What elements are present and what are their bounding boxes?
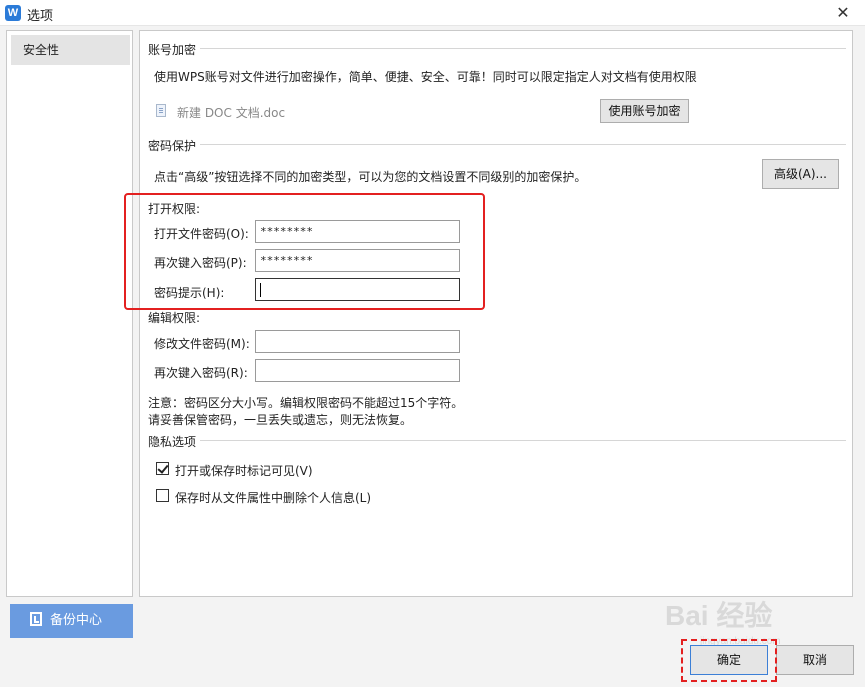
mark-visible-label[interactable]: 打开或保存时标记可见(V) — [175, 462, 313, 479]
account-encryption-heading: 账号加密 — [148, 41, 201, 58]
backup-icon — [30, 612, 42, 626]
backup-center-button[interactable]: 备份中心 — [10, 604, 133, 638]
divider — [200, 440, 846, 441]
password-protection-heading: 密码保护 — [148, 137, 201, 154]
modify-password-label: 修改文件密码(M): — [154, 337, 250, 351]
account-encryption-description: 使用WPS账号对文件进行加密操作，简单、便捷、安全、可靠！同时可以限定指定人对文… — [154, 70, 697, 84]
edit-permission-heading: 编辑权限: — [148, 311, 201, 325]
doc-file-name: 新建 DOC 文档.doc — [177, 106, 286, 120]
confirm-modify-password-label: 再次键入密码(R): — [154, 366, 248, 380]
divider — [200, 48, 846, 49]
note-line-1: 注意：密码区分大小写。编辑权限密码不能超过15个字符。 — [148, 396, 464, 410]
mark-visible-checkbox[interactable] — [156, 462, 169, 475]
doc-file-icon — [156, 104, 166, 117]
title-bar: W 选项 ✕ — [0, 0, 865, 26]
account-encrypt-button[interactable]: 使用账号加密 — [600, 99, 689, 123]
wps-app-icon: W — [5, 5, 21, 21]
window-title: 选项 — [27, 9, 54, 24]
cancel-button[interactable]: 取消 — [776, 645, 854, 675]
highlight-frame — [124, 193, 485, 310]
note-line-2: 请妥善保管密码，一旦丢失或遗忘，则无法恢复。 — [148, 413, 413, 427]
watermark-logo: Bai 经验 — [665, 600, 773, 631]
sidebar: 安全性 — [6, 30, 133, 597]
advanced-button[interactable]: 高级(A)... — [762, 159, 839, 189]
confirm-modify-password-input[interactable] — [255, 359, 460, 382]
divider — [200, 144, 846, 145]
remove-personal-info-checkbox[interactable] — [156, 489, 169, 502]
password-protection-description: 点击“高级”按钮选择不同的加密类型，可以为您的文档设置不同级别的加密保护。 — [154, 170, 587, 184]
modify-password-input[interactable] — [255, 330, 460, 353]
privacy-heading: 隐私选项 — [148, 433, 201, 450]
remove-personal-info-label[interactable]: 保存时从文件属性中删除个人信息(L) — [175, 489, 371, 506]
main-panel: 账号加密 使用WPS账号对文件进行加密操作，简单、便捷、安全、可靠！同时可以限定… — [139, 30, 853, 597]
close-icon[interactable]: ✕ — [833, 3, 853, 23]
ok-highlight-frame — [681, 639, 777, 682]
sidebar-item-security[interactable]: 安全性 — [11, 35, 130, 65]
backup-center-label: 备份中心 — [50, 613, 103, 628]
